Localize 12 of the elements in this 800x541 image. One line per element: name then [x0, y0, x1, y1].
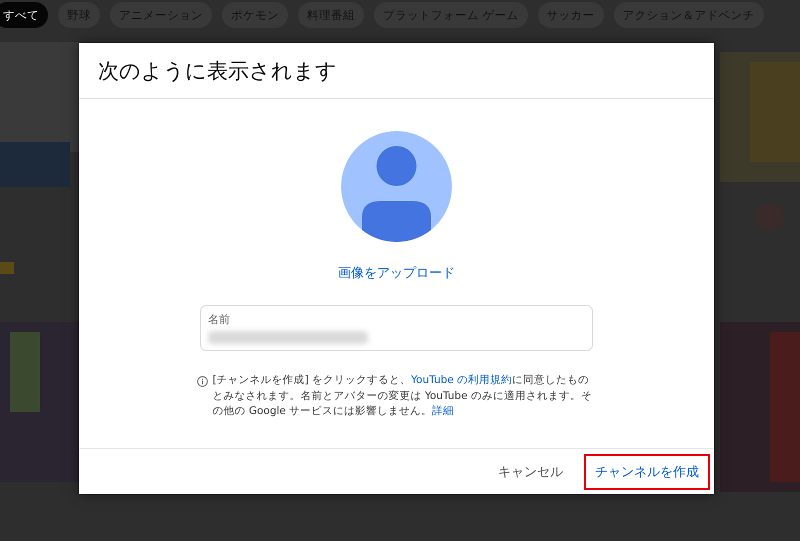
create-channel-button[interactable]: チャンネルを作成: [584, 454, 710, 490]
terms-link[interactable]: 詳細: [432, 405, 454, 417]
avatar-icon: [341, 131, 452, 242]
category-chip[interactable]: すべて: [0, 2, 48, 28]
terms-link[interactable]: YouTube の利用規約: [411, 374, 512, 386]
field-label: 名前: [208, 312, 231, 327]
terms-notice: [チャンネルを作成] をクリックすると、YouTube の利用規約に同意したものとみなされます。名前とアバターの変更は YouTube のみに適用されます。その他の Google サービスには影響しません。詳細: [212, 373, 593, 419]
info-icon: [196, 376, 208, 387]
upload-image-link[interactable]: 画像をアップロード: [338, 264, 455, 282]
cancel-button[interactable]: キャンセル: [487, 454, 574, 490]
name-field[interactable]: 名前: [200, 305, 593, 351]
dialog-title: 次のように表示されます: [98, 58, 337, 84]
